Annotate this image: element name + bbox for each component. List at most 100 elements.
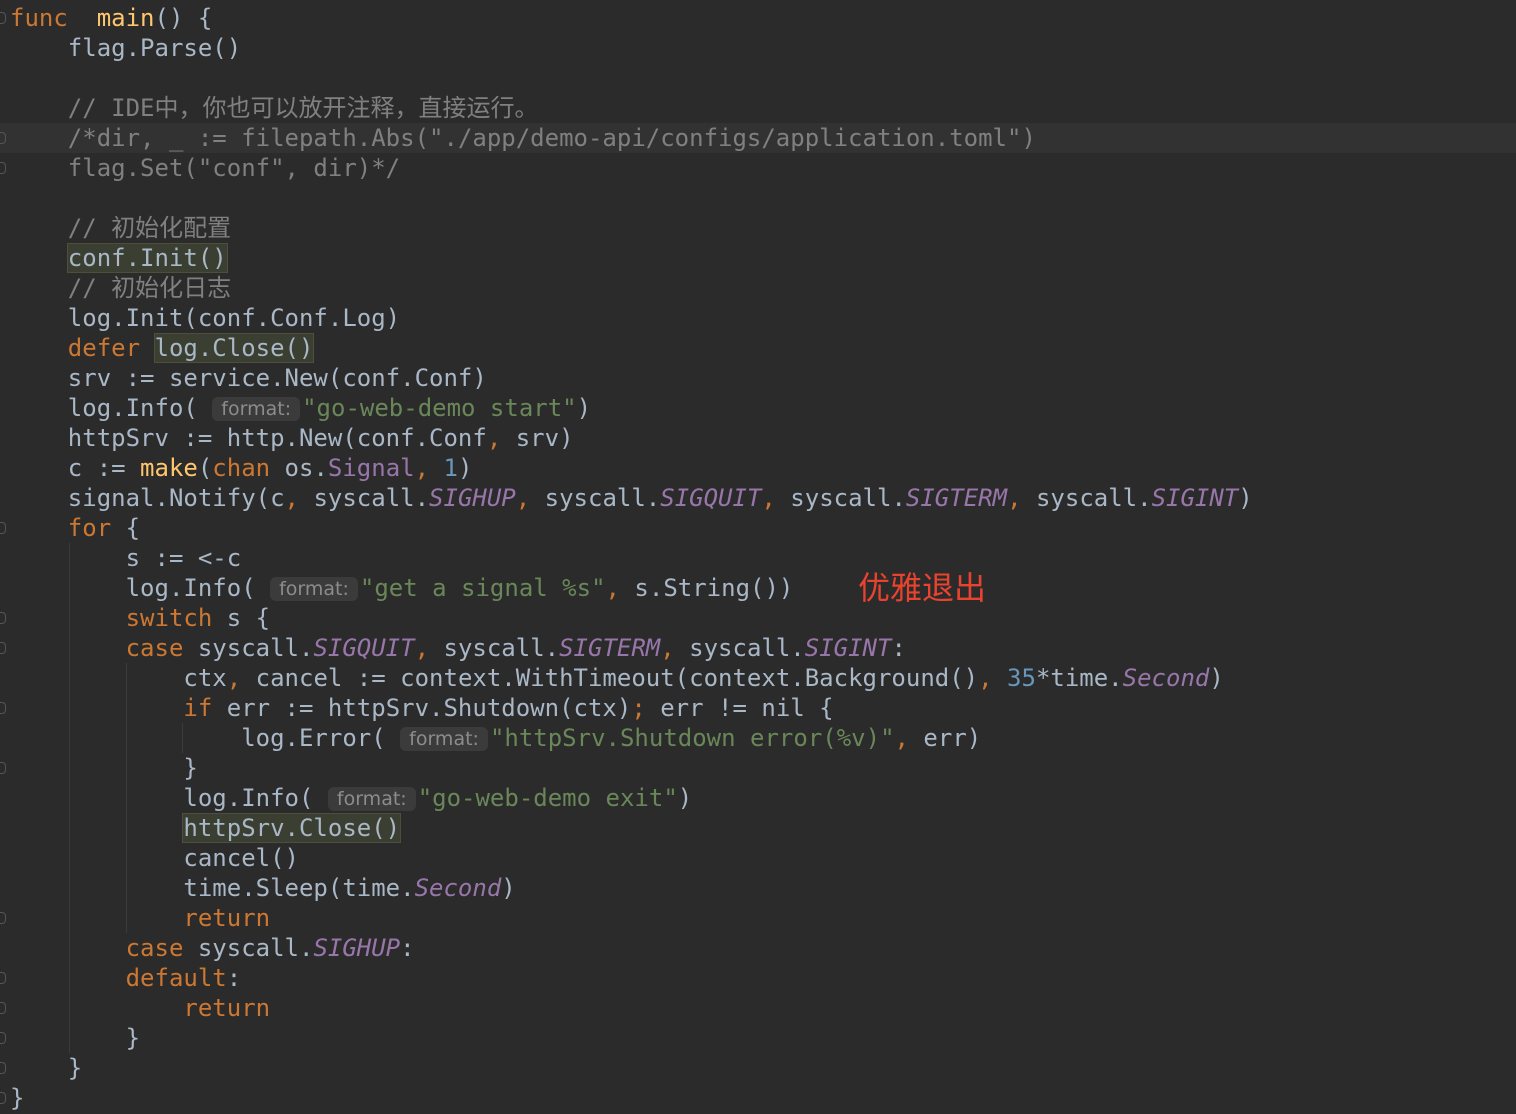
fold-marker-icon[interactable] bbox=[0, 1032, 6, 1044]
code-line[interactable]: return bbox=[0, 903, 1516, 933]
code-token: Second bbox=[414, 874, 502, 902]
code-token: SIGHUP bbox=[429, 484, 516, 512]
indent-guide bbox=[69, 543, 70, 1053]
fold-marker-icon[interactable] bbox=[0, 1062, 6, 1074]
code-line-content: log.Info( format: "go-web-demo exit") bbox=[10, 783, 692, 813]
code-token: , bbox=[1007, 484, 1022, 512]
code-line[interactable]: srv := service.New(conf.Conf) bbox=[0, 363, 1516, 393]
code-token: case bbox=[125, 634, 184, 662]
code-line[interactable]: time.Sleep(time.Second) bbox=[0, 873, 1516, 903]
code-line-content: } bbox=[10, 1053, 82, 1083]
code-line[interactable]: default: bbox=[0, 963, 1516, 993]
code-line[interactable]: log.Info( format: "go-web-demo exit") bbox=[0, 783, 1516, 813]
code-line-content: time.Sleep(time.Second) bbox=[10, 873, 515, 903]
code-line[interactable]: conf.Init() bbox=[0, 243, 1516, 273]
code-token: } bbox=[10, 1084, 25, 1112]
code-token: 1 bbox=[443, 454, 458, 482]
code-token: "httpSrv.Shutdown error(%v)" bbox=[489, 724, 895, 752]
code-token: *time. bbox=[1035, 664, 1123, 692]
code-line[interactable]: case syscall.SIGQUIT, syscall.SIGTERM, s… bbox=[0, 633, 1516, 663]
fold-marker-icon[interactable] bbox=[0, 972, 6, 984]
code-token: default bbox=[125, 964, 227, 992]
code-line-content: case syscall.SIGHUP: bbox=[10, 933, 415, 963]
fold-marker-icon[interactable] bbox=[0, 762, 6, 774]
code-token: time.Sleep(time. bbox=[10, 874, 415, 902]
code-token: , bbox=[486, 424, 502, 452]
code-line[interactable]: } bbox=[0, 753, 1516, 783]
code-line[interactable] bbox=[0, 63, 1516, 93]
fold-marker-icon[interactable] bbox=[0, 702, 6, 714]
code-line[interactable]: // 初始化日志 bbox=[0, 273, 1516, 303]
code-line[interactable]: ctx, cancel := context.WithTimeout(conte… bbox=[0, 663, 1516, 693]
code-line[interactable]: defer log.Close() bbox=[0, 333, 1516, 363]
code-token: , bbox=[414, 634, 430, 662]
code-line-content: // 初始化日志 bbox=[10, 273, 231, 303]
fold-marker-icon[interactable] bbox=[0, 1002, 6, 1014]
code-token: cancel() bbox=[10, 844, 299, 872]
code-token: s := <-c bbox=[10, 544, 242, 572]
code-line[interactable]: } bbox=[0, 1083, 1516, 1113]
code-line[interactable]: flag.Set("conf", dir)*/ bbox=[0, 153, 1516, 183]
code-token: syscall. bbox=[429, 634, 560, 662]
code-editor[interactable]: func main() { flag.Parse() // IDE中，你也可以放… bbox=[0, 0, 1516, 1114]
code-line[interactable]: log.Info( format: "go-web-demo start") bbox=[0, 393, 1516, 423]
fold-marker-icon[interactable] bbox=[0, 1092, 6, 1104]
code-line[interactable]: if err := httpSrv.Shutdown(ctx); err != … bbox=[0, 693, 1516, 723]
code-token: return bbox=[183, 994, 271, 1022]
code-line[interactable]: } bbox=[0, 1053, 1516, 1083]
code-line-content: return bbox=[10, 903, 270, 933]
code-line[interactable]: cancel() bbox=[0, 843, 1516, 873]
code-token: err != nil { bbox=[645, 694, 834, 722]
code-line-content: httpSrv := http.New(conf.Conf, srv) bbox=[10, 423, 574, 453]
code-line[interactable]: flag.Parse() bbox=[0, 33, 1516, 63]
code-token: , bbox=[660, 634, 675, 662]
code-line[interactable]: /*dir, _ := filepath.Abs("./app/demo-api… bbox=[0, 123, 1516, 153]
code-line-content: log.Init(conf.Conf.Log) bbox=[10, 303, 400, 333]
fold-marker-icon[interactable] bbox=[0, 912, 6, 924]
code-line[interactable]: switch s { bbox=[0, 603, 1516, 633]
code-line[interactable]: httpSrv.Close() bbox=[0, 813, 1516, 843]
fold-marker-icon[interactable] bbox=[0, 162, 6, 174]
fold-marker-icon[interactable] bbox=[0, 132, 6, 144]
code-line[interactable]: log.Error( format: "httpSrv.Shutdown erro… bbox=[0, 723, 1516, 753]
code-token: make bbox=[140, 454, 198, 482]
code-line[interactable]: signal.Notify(c, syscall.SIGHUP, syscall… bbox=[0, 483, 1516, 513]
code-line[interactable] bbox=[0, 183, 1516, 213]
code-line[interactable]: c := make(chan os.Signal, 1) bbox=[0, 453, 1516, 483]
code-token: syscall. bbox=[183, 634, 314, 662]
code-line-content: func main() { bbox=[10, 3, 212, 33]
code-token: conf.Init() bbox=[66, 243, 228, 273]
code-line[interactable]: // IDE中，你也可以放开注释，直接运行。 bbox=[0, 93, 1516, 123]
fold-marker-icon[interactable] bbox=[0, 642, 6, 654]
code-line[interactable]: s := <-c bbox=[0, 543, 1516, 573]
code-line[interactable]: httpSrv := http.New(conf.Conf, srv) bbox=[0, 423, 1516, 453]
fold-marker-icon[interactable] bbox=[0, 612, 6, 624]
code-line[interactable]: // 初始化配置 bbox=[0, 213, 1516, 243]
code-line[interactable]: return bbox=[0, 993, 1516, 1023]
code-line-content: } bbox=[10, 753, 197, 783]
fold-marker-icon[interactable] bbox=[0, 12, 6, 24]
code-line[interactable]: func main() { bbox=[0, 3, 1516, 33]
code-token: case bbox=[125, 934, 184, 962]
code-token: syscall. bbox=[183, 934, 314, 962]
code-token: , bbox=[414, 454, 430, 482]
code-line-content: c := make(chan os.Signal, 1) bbox=[10, 453, 473, 483]
code-token: c := bbox=[10, 454, 141, 482]
code-token: main bbox=[96, 4, 155, 32]
code-line[interactable]: log.Info( format: "get a signal %s", s.St… bbox=[0, 573, 1516, 603]
code-line[interactable]: for { bbox=[0, 513, 1516, 543]
fold-marker-icon[interactable] bbox=[0, 522, 6, 534]
code-line[interactable]: case syscall.SIGHUP: bbox=[0, 933, 1516, 963]
code-token: defer bbox=[67, 334, 141, 362]
code-line[interactable]: } bbox=[0, 1023, 1516, 1053]
code-token: : bbox=[400, 934, 415, 962]
code-token: , bbox=[605, 574, 620, 602]
code-line[interactable]: log.Init(conf.Conf.Log) bbox=[0, 303, 1516, 333]
